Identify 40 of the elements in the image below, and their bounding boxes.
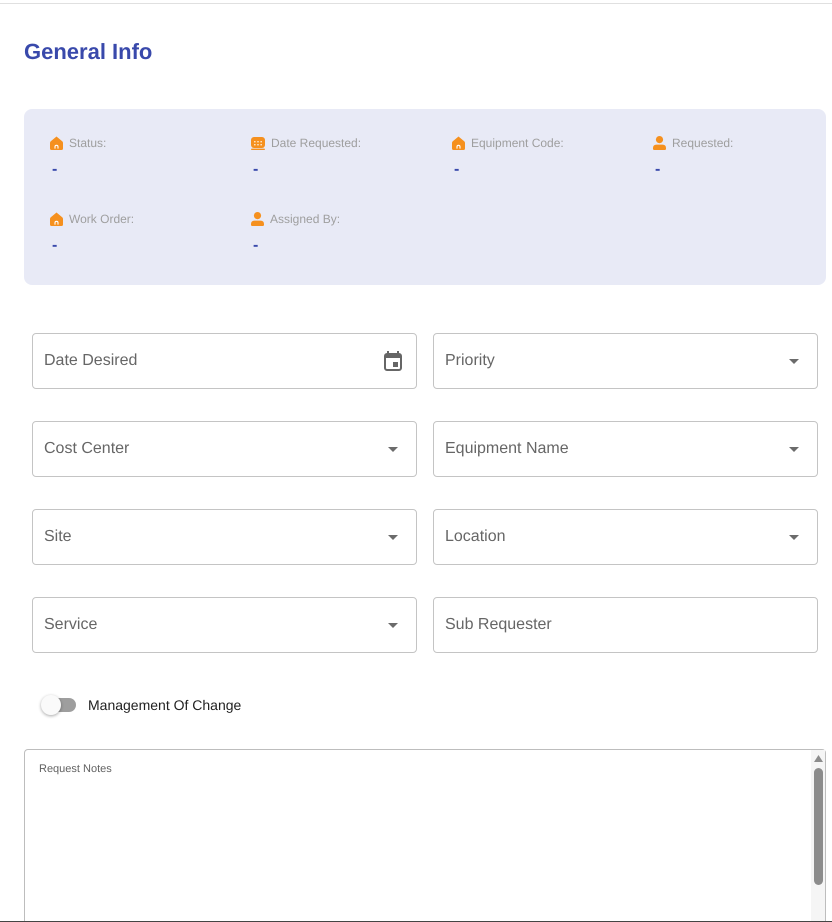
scroll-up-arrow-icon[interactable]: [814, 755, 822, 762]
caret-icon[interactable]: [789, 446, 799, 452]
info-value: -: [51, 236, 58, 256]
info-value: -: [252, 160, 258, 180]
dropdown-field[interactable]: Service: [32, 597, 417, 653]
calendar-icon[interactable]: [384, 351, 402, 371]
toggle-label: Management Of Change: [88, 696, 242, 715]
scrollbar-thumb[interactable]: [814, 768, 822, 885]
calendar-icon: [251, 136, 265, 150]
dropdown-field[interactable]: Priority: [433, 333, 818, 389]
request-notes-field[interactable]: Request Notes: [24, 749, 826, 921]
house-icon: [50, 136, 63, 150]
caret-icon[interactable]: [388, 622, 398, 628]
info-label: Status:: [69, 135, 106, 151]
page-title: General Info: [24, 38, 152, 66]
info-label: Work Order:: [69, 211, 134, 227]
house-icon: [452, 136, 465, 150]
info-label: Requested:: [672, 135, 734, 151]
person-icon: [251, 212, 264, 226]
text-field[interactable]: Sub Requester: [433, 597, 818, 653]
info-value: -: [51, 160, 58, 180]
dropdown-field[interactable]: Cost Center: [32, 421, 417, 477]
info-value: -: [252, 236, 258, 256]
caret-icon[interactable]: [388, 534, 398, 540]
info-value: -: [654, 160, 660, 180]
info-label: Equipment Code:: [471, 135, 564, 151]
house-icon: [50, 212, 63, 226]
caret-icon[interactable]: [789, 358, 799, 364]
dropdown-field[interactable]: Equipment Name: [433, 421, 818, 477]
toggle-switch[interactable]: [41, 695, 77, 715]
dropdown-field[interactable]: Location: [433, 509, 818, 565]
info-value: -: [453, 160, 460, 180]
date-field[interactable]: Date Desired: [32, 333, 417, 389]
info-label: Assigned By:: [270, 211, 340, 227]
caret-icon[interactable]: [789, 534, 799, 540]
scrollbar-track[interactable]: [811, 750, 825, 921]
dropdown-field[interactable]: Site: [32, 509, 417, 565]
info-label: Date Requested:: [271, 135, 362, 151]
caret-icon[interactable]: [388, 446, 398, 452]
person-icon: [653, 136, 666, 150]
